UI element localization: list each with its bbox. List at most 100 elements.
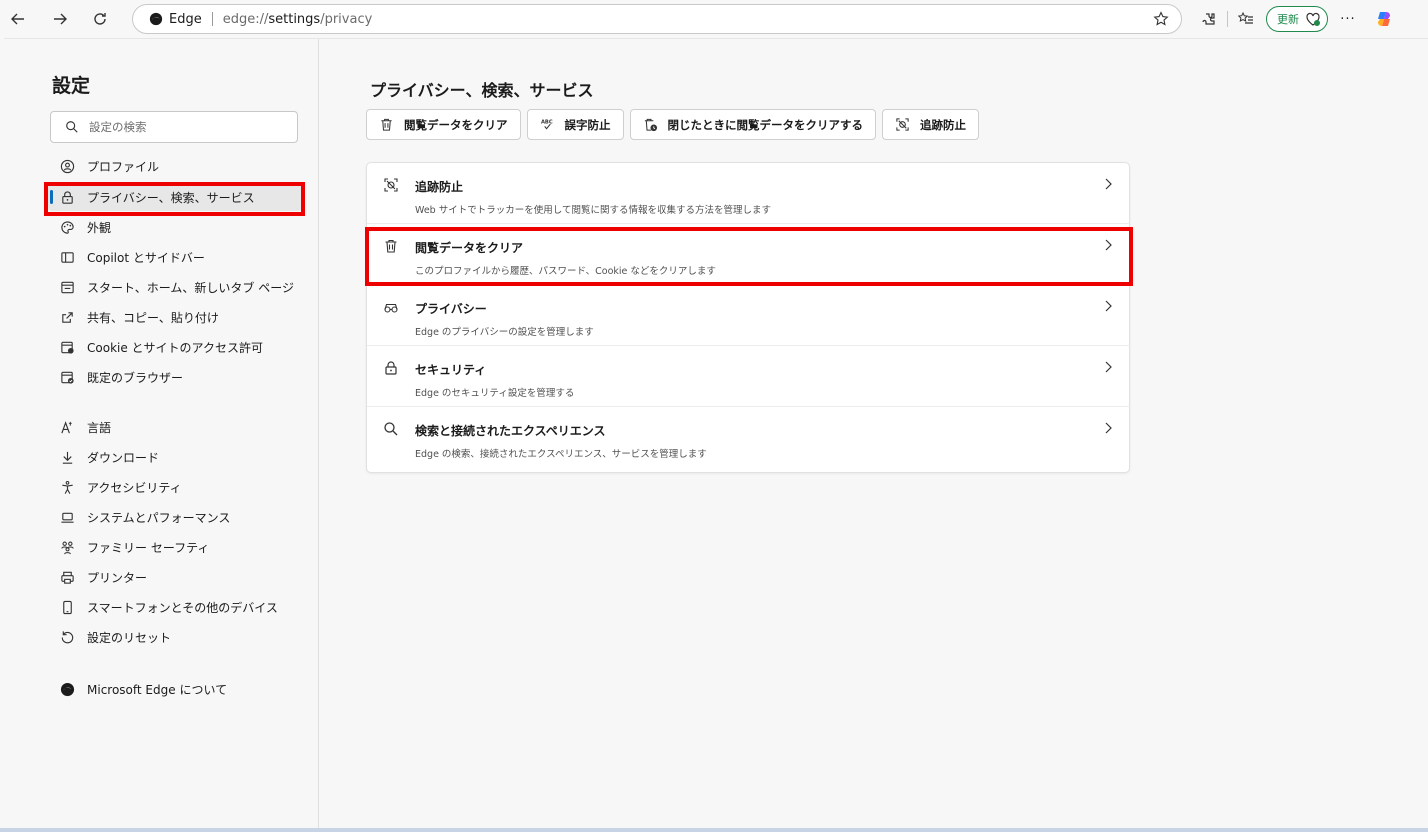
sidebar-item-printer[interactable]: プリンター: [48, 563, 302, 591]
chip-label: 閉じたときに閲覧データをクリアする: [667, 117, 864, 132]
sidebar-item-label: プライバシー、検索、サービス: [87, 190, 255, 205]
spellcheck-icon: ABC: [540, 120, 552, 130]
sidebar-item-share[interactable]: 共有、コピー、貼り付け: [48, 303, 302, 331]
extensions-button[interactable]: [1195, 5, 1223, 33]
chip-clear-on-close[interactable]: 閉じたときに閲覧データをクリアする: [629, 109, 876, 140]
window-bottom-edge: [0, 828, 1428, 832]
trash-clock-icon: [644, 118, 657, 132]
sidebar-item-profile[interactable]: プロファイル: [48, 152, 302, 180]
lock-icon: [62, 190, 73, 204]
sidebar-item-label: ダウンロード: [87, 450, 160, 465]
forward-button[interactable]: [44, 3, 76, 35]
chevron-right-icon: [1105, 239, 1112, 251]
address-url-prefix: edge://: [222, 11, 269, 27]
sidebar-item-appearance[interactable]: 外観: [48, 213, 302, 241]
sidebar-item-label: Microsoft Edge について: [87, 682, 228, 697]
address-site-label: Edge: [169, 11, 202, 27]
download-icon: [62, 451, 73, 464]
sidebar-item-downloads[interactable]: ダウンロード: [48, 443, 302, 471]
address-url-path: settings: [268, 11, 321, 27]
sidebar-item-cookies[interactable]: Cookie とサイトのアクセス許可: [48, 333, 302, 361]
row-description: このプロファイルから履歴、パスワード、Cookie などをクリアします: [415, 266, 716, 277]
sidebar-item-label: アクセシビリティ: [87, 480, 182, 495]
arrow-left-icon: [11, 13, 24, 25]
search-input[interactable]: [89, 120, 279, 134]
tracking-icon: [896, 118, 909, 131]
arrow-right-icon: [54, 13, 67, 25]
row-description: Web サイトでトラッカーを使用して閲覧に関する情報を収集する方法を管理します: [415, 205, 771, 216]
row-description: Edge のプライバシーの設定を管理します: [415, 327, 594, 338]
laptop-icon: [61, 512, 74, 523]
sidebar-item-copilot[interactable]: Copilot とサイドバー: [48, 243, 302, 271]
sidebar-item-label: 外観: [87, 220, 112, 235]
sidebar-item-family[interactable]: ファミリー セーフティ: [48, 533, 302, 561]
sidebar-item-about[interactable]: Microsoft Edge について: [48, 675, 302, 703]
row-description: Edge の検索、接続されたエクスペリエンス、サービスを管理します: [415, 449, 707, 460]
sidebar-item-phone[interactable]: スマートフォンとその他のデバイス: [48, 593, 302, 621]
favorite-star-icon[interactable]: [1153, 11, 1169, 27]
chevron-right-icon: [1105, 422, 1112, 434]
edge-logo-icon: [60, 682, 75, 696]
sidebar-item-label: プリンター: [87, 570, 148, 585]
sidebar-item-label: スタート、ホーム、新しいタブ ページ: [87, 280, 294, 295]
chip-label: 追跡防止: [920, 117, 966, 132]
page-title: プライバシー、検索、サービス: [370, 81, 594, 100]
chip-clear-browsing-data[interactable]: 閲覧データをクリア: [366, 109, 521, 140]
svg-text:ABC: ABC: [540, 120, 552, 126]
chip-label: 閲覧データをクリア: [404, 117, 508, 132]
row-title: プライバシー: [415, 302, 487, 316]
row-title: 追跡防止: [415, 180, 464, 194]
search-icon: [66, 121, 78, 133]
refresh-button[interactable]: [84, 3, 116, 35]
row-description: Edge のセキュリティ設定を管理する: [415, 388, 575, 399]
glasses-icon: [384, 303, 398, 313]
chevron-right-icon: [1105, 361, 1112, 373]
back-button[interactable]: [2, 3, 34, 35]
sidebar-item-label: システムとパフォーマンス: [87, 510, 231, 525]
search-icon: [384, 422, 398, 436]
reset-icon: [61, 630, 74, 643]
privacy-settings-card: 追跡防止 Web サイトでトラッカーを使用して閲覧に関する情報を収集する方法を管…: [366, 162, 1131, 473]
home-icon: [61, 281, 74, 293]
address-divider: [211, 12, 213, 26]
row-clear-browsing-data[interactable]: 閲覧データをクリア このプロファイルから履歴、パスワード、Cookie などをク…: [367, 224, 1131, 284]
row-privacy[interactable]: プライバシー Edge のプライバシーの設定を管理します: [367, 285, 1131, 345]
chip-label: 誤字防止: [564, 117, 611, 132]
sidebar-item-label: 言語: [87, 420, 112, 435]
chevron-right-icon: [1105, 178, 1112, 190]
row-title: 閲覧データをクリア: [415, 241, 524, 255]
chip-tracking-prevention[interactable]: 追跡防止: [882, 109, 979, 140]
copilot-icon[interactable]: [1374, 9, 1394, 29]
printer-icon: [61, 571, 74, 584]
more-menu-button[interactable]: ···: [1334, 5, 1362, 33]
edge-logo-icon: [149, 12, 163, 26]
sidebar-title: 設定: [52, 75, 91, 97]
cookie-icon: [61, 341, 74, 354]
row-title: 検索と接続されたエクスペリエンス: [415, 424, 606, 438]
favorites-button[interactable]: [1232, 5, 1260, 33]
row-search-services[interactable]: 検索と接続されたエクスペリエンス Edge の検索、接続されたエクスペリエンス、…: [367, 407, 1131, 467]
sidebar-item-system[interactable]: システムとパフォーマンス: [48, 503, 302, 531]
sidebar-item-label: Copilot とサイドバー: [87, 250, 205, 265]
update-button[interactable]: 更新: [1266, 6, 1328, 32]
sidebar-item-start-home[interactable]: スタート、ホーム、新しいタブ ページ: [48, 273, 302, 301]
row-security[interactable]: セキュリティ Edge のセキュリティ設定を管理する: [367, 346, 1131, 406]
address-url-suffix: /privacy: [320, 11, 373, 27]
sidebar-item-label: プロファイル: [87, 159, 160, 174]
sidebar-item-label: ファミリー セーフティ: [87, 540, 210, 555]
settings-search[interactable]: [50, 111, 298, 143]
row-tracking-prevention[interactable]: 追跡防止 Web サイトでトラッカーを使用して閲覧に関する情報を収集する方法を管…: [367, 163, 1131, 223]
puzzle-icon: [1202, 13, 1215, 25]
settings-sidebar: 設定 プロファイル プライバシー、検索、サービス 外観 Copilot とサイド…: [4, 39, 319, 829]
sidebar-item-privacy[interactable]: プライバシー、検索、サービス: [48, 183, 302, 211]
chevron-right-icon: [1105, 300, 1112, 312]
sidebar-item-language[interactable]: 言語: [48, 413, 302, 441]
sidebar-item-accessibility[interactable]: アクセシビリティ: [48, 473, 302, 501]
address-bar[interactable]: Edge edge:// settings /privacy: [132, 4, 1182, 34]
sidebar-item-reset[interactable]: 設定のリセット: [48, 623, 302, 651]
sidebar-item-default-browser[interactable]: 既定のブラウザー: [48, 363, 302, 391]
sidebar-icon: [61, 251, 74, 263]
chip-typo-protection[interactable]: ABC 誤字防止: [526, 109, 624, 140]
toolbar-divider: [1227, 11, 1228, 27]
trash-icon: [381, 118, 392, 131]
